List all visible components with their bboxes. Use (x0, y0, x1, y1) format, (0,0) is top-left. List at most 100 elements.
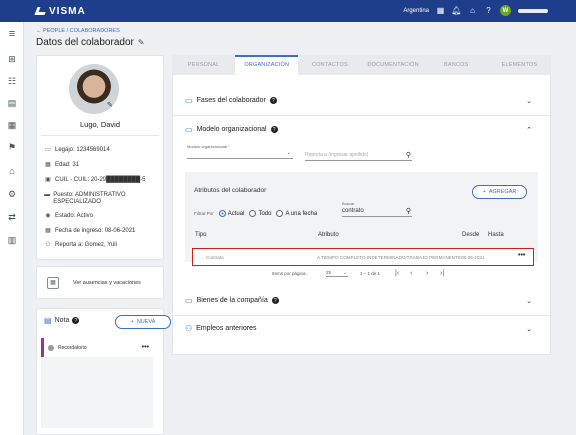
badge-icon[interactable]: ⚑ (6, 141, 18, 153)
bank-icon[interactable]: ⌂ (6, 165, 18, 177)
divider (41, 135, 159, 136)
radio-icon (249, 210, 257, 217)
folder-icon: ▭ (45, 147, 51, 153)
note-status-icon (48, 344, 54, 351)
settings-icon[interactable]: ⚙ (6, 188, 18, 200)
calendar-icon[interactable]: ▦ (6, 119, 18, 131)
edit-icon[interactable]: ✎ (138, 38, 145, 47)
info-estado: ◉ Estado: Activo (45, 213, 94, 219)
employee-name: Lugo, David (79, 120, 121, 129)
more-icon[interactable]: ••• (518, 252, 525, 259)
side-nav: ≡ ⊞ ☷ ▤ ▦ ⚑ ⌂ ⚙ ⇄ ▥ (0, 22, 24, 435)
chevron-down-icon: ⌄ (343, 270, 347, 275)
help-icon[interactable]: ? (269, 97, 277, 104)
chart-icon[interactable]: ▥ (6, 234, 18, 246)
help-icon[interactable]: ? (270, 126, 278, 133)
profile-card: ✎ Lugo, David ▭ Legajo: 1234569014 ▦ Edad:… (36, 55, 164, 260)
info-fecha-ingreso: ▦ Fecha de ingreso: 08-06-2021 (45, 228, 136, 234)
bell-icon[interactable]: 🔔︎ (451, 6, 461, 15)
visma-logo[interactable]: VISMA (34, 6, 86, 17)
ausencias-card[interactable]: ▦ Ver ausencias y vacaciones (36, 266, 164, 299)
org-model-icon: ▭ (185, 125, 193, 134)
tab-contactos[interactable]: CONTACTOS (298, 55, 361, 75)
items-per-page-label: Items por página: (272, 271, 307, 276)
section-bienes[interactable]: ▭ Bienes de la compañía? ⌄ (185, 296, 538, 305)
table-row[interactable]: Contrato A TIEMPO COMPLETO INDETERMINADO… (192, 248, 534, 266)
first-page-icon[interactable]: |‹ (395, 270, 399, 277)
calendar-person-icon: ▦ (47, 276, 59, 289)
next-page-icon[interactable]: › (426, 270, 428, 277)
info-legajo: ▭ Legajo: 1234569014 (45, 147, 110, 153)
help-icon[interactable]: ? (271, 297, 279, 304)
org-chart-icon[interactable]: ⊞ (6, 53, 18, 65)
col-header-desde[interactable]: Desde (462, 232, 479, 238)
section-empleos[interactable]: ⚇ Empleos anteriores ⌄ (185, 324, 538, 333)
cell-atributo: A TIEMPO COMPLETO INDETERMINADO/TRABAJO … (317, 255, 462, 260)
page-title: Datos del colaborador ✎ (36, 37, 145, 48)
clipboard-icon[interactable]: ▤ (6, 97, 18, 109)
tab-documentacion[interactable]: DOCUMENTACIÓN (362, 55, 425, 75)
country-label[interactable]: Argentina (403, 8, 429, 14)
assets-icon: ▭ (185, 296, 193, 305)
chevron-down-icon[interactable]: ⌄ (526, 97, 532, 105)
organization-panel: ▭ Fases del colaborador? ⌄ ▭ Modelo organiz… (172, 75, 551, 355)
section-modelo[interactable]: ▭ Modelo organizacional? ⌃ (185, 125, 538, 134)
section-fases[interactable]: ▭ Fases del colaborador? ⌄ (185, 96, 538, 105)
menu-icon[interactable]: ≡ (6, 28, 18, 40)
new-note-button[interactable]: + NUEVA (115, 315, 171, 329)
filter-label: Filtrar Por (194, 211, 214, 216)
chevron-up-icon[interactable]: ⌃ (526, 126, 532, 134)
help-icon[interactable]: ? (484, 6, 493, 15)
nota-card: ▤ Nota? + NUEVA Recordatorio ••• (36, 308, 171, 435)
help-icon[interactable]: ? (72, 317, 80, 324)
list-item[interactable]: Recordatorio ••• (41, 338, 153, 357)
modelo-select[interactable]: ⌄ (187, 148, 293, 159)
nota-title: Nota (54, 317, 70, 324)
status-icon: ◉ (45, 213, 51, 219)
more-icon[interactable]: ••• (142, 344, 149, 351)
tab-bar: PERSONAL ORGANIZACIÓN CONTACTOS DOCUMENT… (172, 55, 551, 75)
col-header-hasta[interactable]: Hasta (488, 232, 504, 238)
chevron-down-icon[interactable]: ⌄ (526, 325, 532, 333)
last-page-icon[interactable]: ›| (440, 270, 444, 277)
calendar-icon[interactable]: ▦ (436, 6, 445, 15)
col-header-tipo[interactable]: Tipo (195, 232, 206, 238)
tab-elementos[interactable]: ELEMENTOS (488, 55, 551, 75)
radio-actual[interactable]: Actual (218, 210, 244, 217)
calendar-icon: ▦ (45, 162, 51, 168)
chevron-down-icon[interactable]: ⌄ (526, 297, 532, 305)
reporta-input[interactable]: Reporta a (ingresar apellido) ⚲ (305, 150, 412, 161)
tab-bancos[interactable]: BANCOS (425, 55, 488, 75)
user-avatar[interactable]: W (500, 5, 511, 16)
edit-photo-icon[interactable]: ✎ (107, 101, 113, 109)
briefcase-icon: ▬ (44, 192, 51, 198)
divider (173, 315, 550, 316)
filter-group: Filtrar Por Actual Todo A una fecha (194, 210, 322, 217)
note-icon: ▤ (44, 316, 52, 325)
atributos-title: Atributos del colaborador (194, 187, 267, 194)
attribute-search-input[interactable]: contrato ⚲ (342, 206, 412, 217)
col-header-atributo[interactable]: Atributo (318, 232, 339, 238)
search-icon[interactable]: ⚲ (406, 151, 411, 159)
radio-todo[interactable]: Todo (249, 210, 271, 217)
add-attribute-button[interactable]: + AGREGAR (472, 185, 527, 199)
plus-icon: + (130, 319, 134, 325)
info-reporta: ⚇ Reporta a: Gomez, Yuli (45, 242, 117, 248)
breadcrumb[interactable]: ← PEOPLE / COLABORADORES (36, 28, 120, 34)
prev-page-icon[interactable]: ‹ (410, 270, 412, 277)
search-icon[interactable]: ⚲ (406, 207, 411, 215)
home-icon[interactable]: ⌂ (468, 6, 477, 15)
tab-personal[interactable]: PERSONAL (172, 55, 235, 75)
user-name-redacted[interactable] (518, 8, 548, 13)
people-icon: ⚇ (45, 242, 51, 248)
calendar-icon: ▦ (45, 228, 51, 234)
ausencias-link[interactable]: Ver ausencias y vacaciones (73, 280, 141, 286)
radio-a-una-fecha[interactable]: A una fecha (276, 210, 317, 217)
top-bar: VISMA Argentina ▦ 🔔︎ ⌂ ? W (0, 0, 576, 22)
tab-organizacion[interactable]: ORGANIZACIÓN (235, 55, 299, 75)
transfer-icon[interactable]: ⇄ (6, 211, 18, 223)
page-size-select[interactable]: 25 ⌄ (326, 270, 348, 277)
jobs-icon: ⚇ (185, 324, 193, 333)
info-cuil: ▣ CUIL - CUIL: 20-29████████-5 (45, 177, 146, 183)
people-icon[interactable]: ☷ (6, 75, 18, 87)
